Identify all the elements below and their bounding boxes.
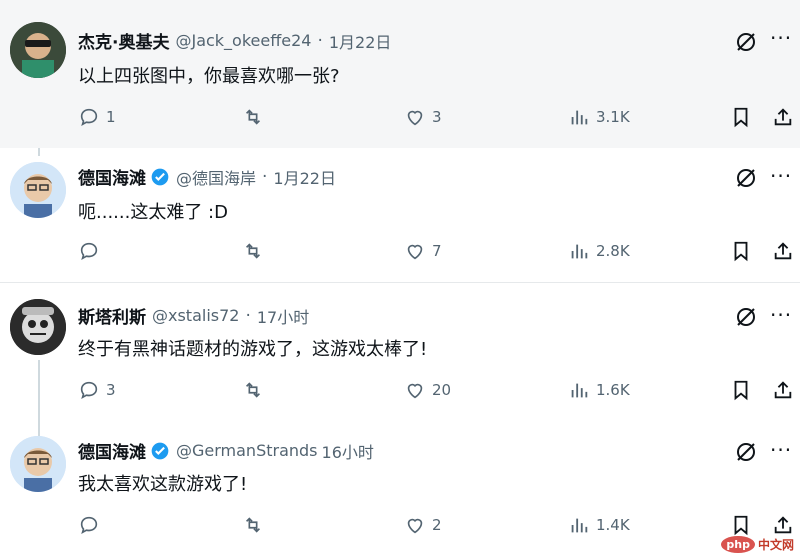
views-count: 1.4K — [596, 516, 630, 534]
reply-button[interactable]: 1 — [78, 106, 116, 128]
more-options-icon[interactable]: ··· — [770, 28, 792, 48]
tweet-text: 我太喜欢这款游戏了! — [78, 474, 248, 495]
retweet-icon — [245, 517, 261, 533]
tweet[interactable]: 斯塔利斯 @xstalis72 · 17小时 终于有黑神话题材的游戏了，这游戏太… — [0, 282, 800, 425]
bookmark-icon[interactable] — [730, 514, 752, 536]
heart-icon — [407, 518, 423, 534]
user-handle[interactable]: @Jack_okeeffe24 — [175, 31, 311, 50]
bookmark-icon[interactable] — [730, 106, 752, 128]
separator-dot: · — [245, 305, 251, 326]
verified-badge-icon — [151, 442, 169, 459]
views-button[interactable]: 2.8K — [568, 240, 630, 262]
more-options-icon[interactable]: ··· — [770, 305, 792, 325]
verified-badge-icon — [151, 168, 169, 185]
share-icon[interactable] — [772, 240, 794, 262]
avatar[interactable] — [10, 436, 66, 492]
grok-icon[interactable] — [734, 440, 758, 464]
avatar[interactable] — [10, 162, 66, 218]
avatar[interactable] — [10, 22, 66, 78]
retweet-icon — [245, 243, 261, 259]
views-button[interactable]: 1.4K — [568, 514, 630, 536]
share-icon[interactable] — [772, 379, 794, 401]
user-name[interactable]: 德国海滩 — [78, 438, 146, 463]
reply-button[interactable]: 3 — [78, 379, 116, 401]
reply-count: 3 — [106, 381, 116, 399]
avatar[interactable] — [10, 299, 66, 355]
user-handle[interactable]: @GermanStrands — [176, 441, 318, 460]
views-icon — [571, 518, 588, 533]
grok-icon[interactable] — [734, 166, 758, 190]
user-name[interactable]: 斯塔利斯 — [78, 303, 146, 328]
watermark: php 中文网 — [721, 536, 794, 553]
watermark-logo: php — [721, 536, 755, 553]
like-button[interactable]: 2 — [404, 514, 442, 536]
like-count: 2 — [432, 516, 442, 534]
grok-icon[interactable] — [734, 30, 758, 54]
reply-button[interactable] — [78, 514, 106, 536]
grok-icon[interactable] — [734, 305, 758, 329]
retweet-button[interactable] — [242, 514, 270, 536]
retweet-icon — [245, 382, 261, 398]
like-count: 7 — [432, 242, 442, 260]
tweet-text: 呃......这太难了 :D — [78, 202, 228, 223]
reply-icon — [80, 516, 98, 535]
reply-count: 1 — [106, 108, 116, 126]
timestamp[interactable]: 16小时 — [322, 439, 374, 463]
timestamp[interactable]: 1月22日 — [329, 29, 392, 53]
share-icon[interactable] — [772, 514, 794, 536]
tweet[interactable]: 杰克·奥基夫 @Jack_okeeffe24 · 1月22日 以上四张图中，你最… — [0, 0, 800, 148]
user-handle[interactable]: @德国海岸 — [176, 165, 256, 189]
views-icon — [571, 244, 588, 259]
like-count: 3 — [432, 108, 442, 126]
views-count: 2.8K — [596, 242, 630, 260]
tweet-text: 终于有黑神话题材的游戏了，这游戏太棒了! — [78, 339, 428, 360]
retweet-button[interactable] — [242, 106, 270, 128]
views-icon — [571, 110, 588, 125]
reply-icon — [80, 381, 98, 400]
separator-dot: · — [317, 30, 323, 51]
retweet-icon — [245, 109, 261, 125]
views-button[interactable]: 3.1K — [568, 106, 630, 128]
bookmark-icon[interactable] — [730, 240, 752, 262]
share-icon[interactable] — [772, 106, 794, 128]
like-button[interactable]: 3 — [404, 106, 442, 128]
like-button[interactable]: 20 — [404, 379, 451, 401]
more-options-icon[interactable]: ··· — [770, 166, 792, 186]
heart-icon — [407, 383, 423, 399]
user-handle[interactable]: @xstalis72 — [152, 306, 239, 325]
timestamp[interactable]: 1月22日 — [273, 165, 336, 189]
reply-icon — [80, 108, 98, 127]
watermark-text: 中文网 — [757, 538, 794, 552]
timestamp[interactable]: 17小时 — [257, 304, 309, 328]
user-name[interactable]: 德国海滩 — [78, 164, 146, 189]
heart-icon — [407, 110, 423, 126]
views-button[interactable]: 1.6K — [568, 379, 630, 401]
like-count: 20 — [432, 381, 452, 399]
separator-dot: · — [262, 166, 268, 187]
tweet-text: 以上四张图中，你最喜欢哪一张? — [78, 66, 340, 87]
views-icon — [571, 383, 588, 398]
views-count: 1.6K — [596, 381, 630, 399]
reply-icon — [80, 242, 98, 261]
reply-button[interactable] — [78, 240, 106, 262]
views-count: 3.1K — [596, 108, 630, 126]
tweet[interactable]: 德国海滩 @德国海岸 · 1月22日 呃......这太难了 :D ··· 7 … — [0, 148, 800, 282]
heart-icon — [407, 244, 423, 260]
tweet[interactable]: 德国海滩 @GermanStrands 16小时 我太喜欢这款游戏了! ··· … — [0, 424, 800, 557]
bookmark-icon[interactable] — [730, 379, 752, 401]
more-options-icon[interactable]: ··· — [770, 440, 792, 460]
user-name[interactable]: 杰克·奥基夫 — [78, 28, 169, 53]
retweet-button[interactable] — [242, 240, 270, 262]
like-button[interactable]: 7 — [404, 240, 442, 262]
retweet-button[interactable] — [242, 379, 270, 401]
